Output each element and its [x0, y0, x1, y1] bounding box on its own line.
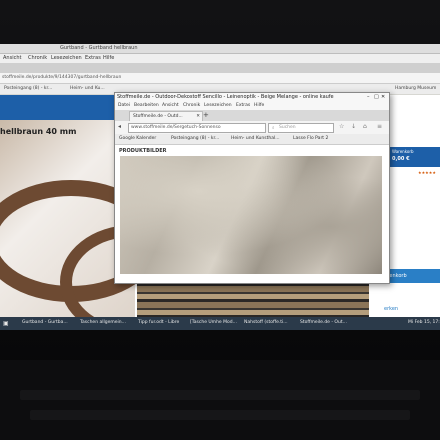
bookmark-heim-kunsthal[interactable]: Heim- und Kunsthal... — [231, 136, 280, 141]
back-url-text: stoffmeile.de/produkte/9/144307/gurtband… — [2, 75, 122, 80]
cart-total: 0,00 € — [392, 156, 410, 162]
front-browser-window: Stoffmeile.de - Outdoor-Dekostoff Sencil… — [114, 92, 390, 284]
taskbar-item-stoffmeile[interactable]: Stoffmeile.de - Out... — [300, 320, 347, 325]
laptop-keyboard — [0, 360, 440, 440]
back-url-bar[interactable]: stoffmeile.de/produkte/9/144307/gurtband… — [0, 73, 440, 84]
back-arrow-icon[interactable]: ◂ — [118, 123, 121, 130]
front-window-titlebar[interactable]: Stoffmeile.de - Outdoor-Dekostoff Sencil… — [115, 93, 389, 102]
add-to-cart-label: lenkorb — [388, 273, 407, 279]
taskbar-item-nahstoff[interactable]: Nahstoff (stoffe.ti... — [244, 320, 288, 325]
home-icon[interactable]: ⌂ — [363, 123, 367, 130]
search-icon: ⌕ — [272, 126, 275, 131]
close-icon[interactable]: ✕ — [381, 94, 385, 100]
taskbar-item-gurtband[interactable]: Gurtband - Gurtba... — [22, 320, 68, 325]
system-clock: Mi Feb 15, 17: — [408, 320, 440, 325]
bookmark-posteingang[interactable]: Posteingang (8) - kr... — [171, 136, 219, 141]
star-bookmark-icon[interactable]: ☆ — [339, 123, 344, 130]
front-tab-strip: Stoffmeile.de - Outd... ✕ + — [115, 110, 389, 122]
taskbar-item-taschen[interactable]: Taschen allgemein... — [80, 320, 126, 325]
new-tab-icon[interactable]: + — [203, 111, 209, 119]
key-row — [30, 410, 410, 420]
cart-label: Warenkorb — [392, 149, 414, 154]
product-title: hellbraun 40 mm — [0, 127, 77, 136]
front-bookmarks-bar: Google Kalender Posteingang (8) - kr... … — [115, 134, 389, 145]
bookmark-heim[interactable]: Heim- und Ku... — [70, 86, 105, 91]
back-menubar: Ansicht Chronik Lesezeichen Extras Hilfe — [0, 54, 440, 63]
menu-lesezeichen[interactable]: Lesezeichen — [51, 55, 82, 61]
front-menubar: Datei Bearbeiten Ansicht Chronik Lesezei… — [115, 102, 389, 110]
menu-extras[interactable]: Extras — [85, 55, 101, 61]
search-input[interactable]: ⌕ Suchen — [268, 123, 334, 133]
taskbar-item-tasche[interactable]: [Tasche Umhe Mod... — [190, 320, 237, 325]
menu-bearbeiten[interactable]: Bearbeiten — [134, 103, 159, 108]
menu-ansicht[interactable]: Ansicht — [162, 103, 179, 108]
taskbar: ▣ Gurtband - Gurtba... Taschen allgemein… — [0, 317, 440, 330]
url-input[interactable]: www.stoffmeile.de/Sergetuch-Sonnenso — [128, 123, 266, 133]
menu-hilfe[interactable]: Hilfe — [103, 55, 114, 61]
menu-ansicht[interactable]: Ansicht — [3, 55, 21, 61]
tab-label: Stoffmeile.de - Outd... — [133, 114, 183, 119]
front-window-title: Stoffmeile.de - Outdoor-Dekostoff Sencil… — [117, 94, 334, 100]
back-window-titlebar[interactable]: Gurtband - Gurtband hellbraun — [0, 44, 440, 54]
menu-chronik[interactable]: Chronik — [183, 103, 200, 108]
menu-chronik[interactable]: Chronik — [28, 55, 47, 61]
search-placeholder: Suchen — [279, 125, 296, 130]
key-row — [20, 390, 420, 400]
maximize-icon[interactable]: □ — [374, 94, 379, 100]
produktbilder-heading: PRODUKTBILDER — [119, 148, 167, 154]
tab-close-icon[interactable]: ✕ — [196, 114, 200, 119]
download-icon[interactable]: ↓ — [351, 123, 356, 130]
start-menu-icon[interactable]: ▣ — [3, 320, 9, 327]
cart-summary-box[interactable]: Warenkorb 0,00 € — [389, 147, 440, 167]
menu-hamburger-icon[interactable]: ≡ — [377, 123, 382, 130]
back-window-title: Gurtband - Gurtband hellbraun — [60, 45, 138, 51]
laptop-screen: Gurtband - Gurtband hellbraun Ansicht Ch… — [0, 44, 440, 330]
merken-link[interactable]: erken — [384, 306, 398, 312]
front-navigation-bar: ◂ www.stoffmeile.de/Sergetuch-Sonnenso ⌕… — [115, 121, 389, 134]
rating-stars: ★★★★★ — [418, 170, 436, 175]
right-sidebar — [384, 95, 440, 319]
menu-datei[interactable]: Datei — [118, 103, 130, 108]
menu-extras[interactable]: Extras — [236, 103, 250, 108]
minimize-icon[interactable]: – — [367, 94, 370, 100]
bookmark-lasse-flo[interactable]: Lasse Flo Part 2 — [293, 136, 328, 141]
menu-lesezeichen[interactable]: Lesezeichen — [204, 103, 232, 108]
bookmark-google-kalender[interactable]: Google Kalender — [119, 136, 156, 141]
menu-hilfe[interactable]: Hilfe — [254, 103, 264, 108]
bookmark-hamburg[interactable]: Hamburg Museum — [395, 86, 436, 91]
bookmark-posteingang[interactable]: Posteingang (8) - kr... — [4, 86, 52, 91]
url-text: www.stoffmeile.de/Sergetuch-Sonnenso — [131, 125, 221, 130]
add-to-cart-button[interactable]: lenkorb — [384, 269, 440, 283]
fabric-product-image[interactable] — [120, 156, 382, 274]
back-tab-strip — [0, 63, 440, 73]
taskbar-item-libreoffice[interactable]: Tipp fur.odt - Libre — [138, 320, 179, 325]
